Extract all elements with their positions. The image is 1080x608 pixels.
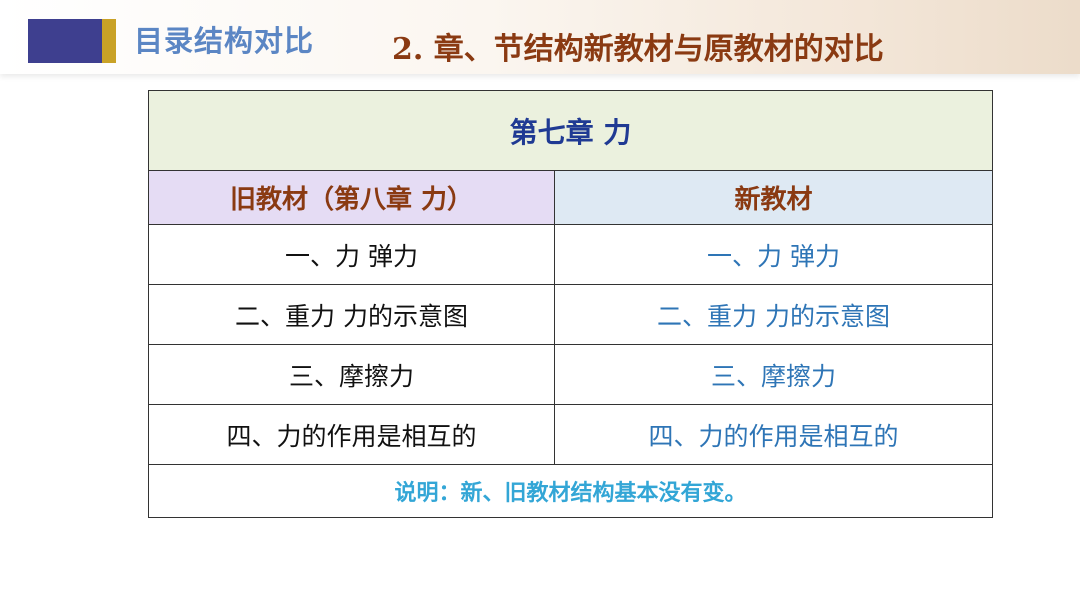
table-row: 四、力的作用是相互的 四、力的作用是相互的 bbox=[148, 404, 993, 465]
old-section-cell: 二、重力 力的示意图 bbox=[148, 284, 555, 345]
new-section-cell: 三、摩擦力 bbox=[554, 344, 993, 405]
slide-title: 2. 章、节结构新教材与原教材的对比 bbox=[392, 32, 884, 67]
table-header-row: 旧教材（第八章 力） 新教材 bbox=[148, 170, 993, 225]
header-accent-stripe bbox=[102, 19, 116, 63]
comparison-table: 第七章 力 旧教材（第八章 力） 新教材 一、力 弹力 一、力 弹力 二、重力 … bbox=[148, 90, 993, 518]
table-title-row: 第七章 力 bbox=[148, 90, 993, 171]
old-section-cell: 四、力的作用是相互的 bbox=[148, 404, 555, 465]
table-row: 三、摩擦力 三、摩擦力 bbox=[148, 344, 993, 405]
table-note: 说明：新、旧教材结构基本没有变。 bbox=[148, 464, 993, 518]
table-row: 二、重力 力的示意图 二、重力 力的示意图 bbox=[148, 284, 993, 345]
old-textbook-header: 旧教材（第八章 力） bbox=[148, 170, 555, 225]
new-section-cell: 四、力的作用是相互的 bbox=[554, 404, 993, 465]
table-row: 一、力 弹力 一、力 弹力 bbox=[148, 224, 993, 285]
new-section-cell: 一、力 弹力 bbox=[554, 224, 993, 285]
new-textbook-header: 新教材 bbox=[554, 170, 993, 225]
old-section-cell: 三、摩擦力 bbox=[148, 344, 555, 405]
new-section-cell: 二、重力 力的示意图 bbox=[554, 284, 993, 345]
section-title: 目录结构对比 bbox=[134, 24, 315, 58]
old-section-cell: 一、力 弹力 bbox=[148, 224, 555, 285]
chapter-title: 第七章 力 bbox=[148, 90, 993, 171]
table-note-row: 说明：新、旧教材结构基本没有变。 bbox=[148, 464, 993, 518]
header-accent-block bbox=[28, 19, 102, 63]
